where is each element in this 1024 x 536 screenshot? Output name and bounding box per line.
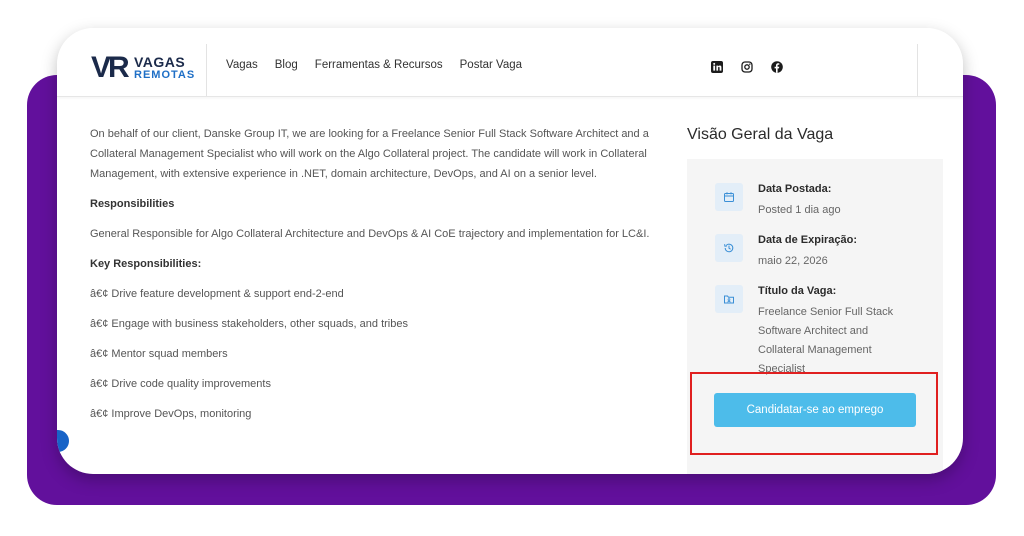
logo-line-2: REMOTAS [134, 69, 196, 81]
bullet-item: â€¢ Mentor squad members [90, 348, 228, 360]
job-description: On behalf of our client, Danske Group IT… [90, 124, 670, 434]
nav-postar-vaga[interactable]: Postar Vaga [460, 59, 522, 71]
overview-title: Visão Geral da Vaga [687, 126, 834, 143]
logo-line-1: VAGAS [134, 54, 186, 70]
intro-paragraph: On behalf of our client, Danske Group IT… [90, 128, 649, 180]
bullet-item: â€¢ Drive code quality improvements [90, 378, 271, 390]
overview-value: Freelance Senior Full Stack Software Arc… [758, 306, 894, 375]
main-nav: Vagas Blog Ferramentas & Recursos Postar… [226, 59, 539, 71]
bullet-item: â€¢ Drive feature development & support … [90, 288, 344, 300]
header-divider-right [917, 44, 918, 96]
nav-blog[interactable]: Blog [275, 59, 298, 71]
bullet-item: â€¢ Engage with business stakeholders, o… [90, 318, 408, 330]
overview-label: Data Postada: [758, 183, 832, 195]
overview-value: Posted 1 dia ago [758, 204, 841, 216]
overview-value: maio 22, 2026 [758, 255, 828, 267]
linkedin-icon[interactable] [711, 60, 723, 73]
facebook-icon[interactable] [771, 60, 783, 73]
nav-ferramentas-recursos[interactable]: Ferramentas & Recursos [315, 59, 443, 71]
header-divider [206, 44, 207, 96]
logo-mark: VR [91, 51, 130, 84]
instagram-icon[interactable] [741, 60, 753, 73]
key-responsibilities-heading: Key Responsibilities: [90, 258, 202, 270]
logo-text: VAGAS REMOTAS [134, 55, 195, 81]
social-links [711, 60, 783, 73]
page-card: VR VAGAS REMOTAS Vagas Blog Ferramentas … [57, 28, 963, 474]
apply-job-button[interactable]: Candidatar-se ao emprego [714, 393, 916, 427]
calendar-icon [715, 183, 743, 211]
history-icon [715, 234, 743, 262]
responsibilities-paragraph: General Responsible for Algo Collateral … [90, 228, 650, 240]
accessibility-icon[interactable] [57, 428, 71, 454]
nav-vagas[interactable]: Vagas [226, 59, 258, 71]
responsibilities-heading: Responsibilities [90, 198, 175, 210]
overview-label: Data de Expiração: [758, 234, 858, 246]
overview-label: Título da Vaga: [758, 285, 837, 297]
site-logo[interactable]: VR VAGAS REMOTAS [91, 51, 194, 84]
bullet-item: â€¢ Improve DevOps, monitoring [90, 408, 252, 420]
site-header: VR VAGAS REMOTAS Vagas Blog Ferramentas … [57, 28, 963, 97]
folder-icon [715, 285, 743, 313]
